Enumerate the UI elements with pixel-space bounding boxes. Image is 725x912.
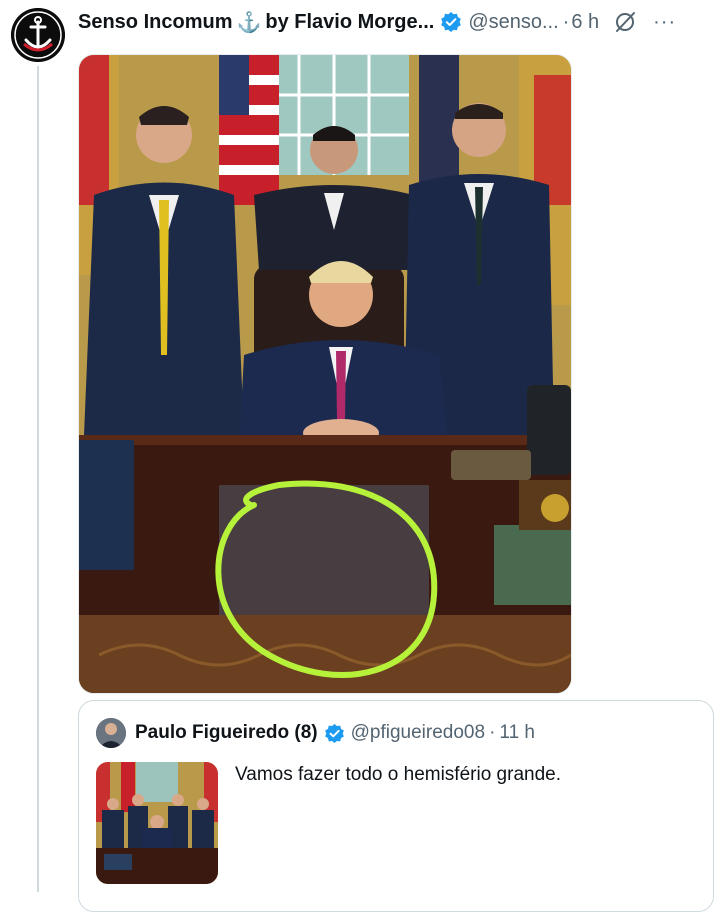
grok-icon[interactable]: [613, 10, 637, 34]
quote-verified-badge-icon: [324, 723, 345, 744]
quote-text: Vamos fazer todo o hemisfério grande.: [235, 764, 561, 785]
quote-separator-dot: ·: [489, 722, 496, 743]
quote-thumbnail[interactable]: [96, 762, 218, 884]
separator-dot: ·: [562, 10, 570, 33]
quote-author-avatar[interactable]: [96, 718, 126, 748]
verified-badge-icon: [440, 11, 462, 33]
anchor-emoji: ⚓: [236, 11, 262, 34]
quote-header: Paulo Figueiredo (8) @pfigueiredo08 · 11…: [135, 719, 535, 747]
quote-author-name[interactable]: Paulo Figueiredo (8): [135, 722, 318, 744]
thread-line: [37, 66, 39, 892]
quoted-tweet[interactable]: Paulo Figueiredo (8) @pfigueiredo08 · 11…: [78, 700, 714, 912]
author-handle[interactable]: @senso...: [468, 11, 558, 34]
tweet-time[interactable]: 6 h: [571, 11, 599, 34]
author-name[interactable]: Senso Incomum: [78, 11, 232, 34]
tweet-header: Senso Incomum ⚓ by Flavio Morge... @sens…: [78, 8, 717, 36]
more-icon[interactable]: ···: [653, 11, 676, 34]
tweet-photo[interactable]: [78, 54, 572, 694]
author-name-suffix[interactable]: by Flavio Morge...: [265, 11, 434, 34]
quote-author-handle[interactable]: @pfigueiredo08: [351, 722, 485, 744]
author-avatar[interactable]: [11, 8, 65, 62]
quote-time[interactable]: 11 h: [499, 722, 535, 744]
